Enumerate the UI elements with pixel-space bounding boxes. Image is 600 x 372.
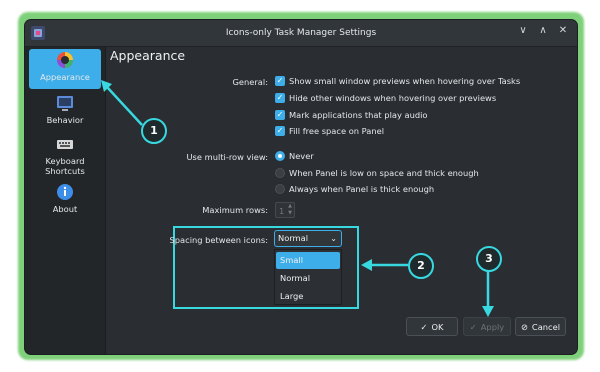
callout-1: 1 [141, 118, 167, 144]
callout-2: 2 [408, 253, 434, 279]
callout-3: 3 [476, 246, 502, 272]
annotation-arrows [101, 80, 494, 317]
